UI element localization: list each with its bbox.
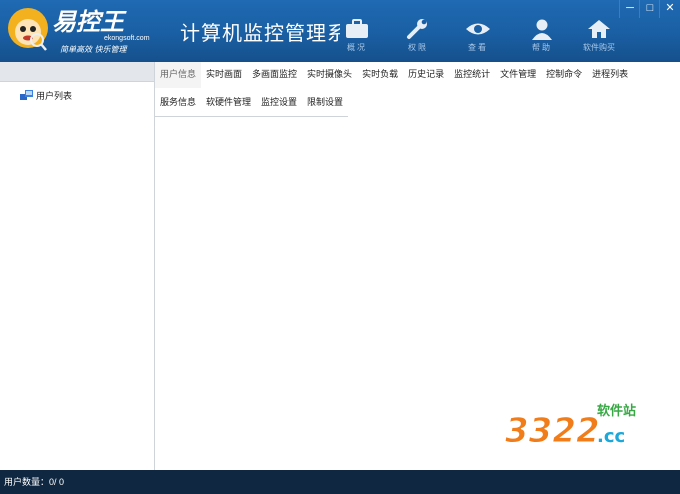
tab-history[interactable]: 历史记录	[403, 62, 449, 88]
user-icon	[532, 19, 552, 40]
nav-help-label: 帮助	[532, 43, 552, 52]
tree-item-user-list[interactable]: 用户列表	[20, 88, 72, 102]
svg-text:简单高效 快乐管理: 简单高效 快乐管理	[60, 45, 128, 54]
maximize-button[interactable]: □	[639, 0, 660, 18]
nav-overview-button[interactable]: 概况	[332, 18, 382, 58]
svg-text:易控王: 易控王	[52, 8, 127, 36]
sidebar: 用户列表	[0, 62, 155, 470]
nav-view-label: 查看	[468, 43, 488, 52]
close-button[interactable]: ✕	[659, 0, 680, 18]
svg-text:3322: 3322	[505, 411, 600, 450]
tab-row-1: 用户信息 实时画面 多画面监控 实时摄像头 实时负载 历史记录 监控统计 文件管…	[155, 62, 633, 88]
status-bar: 用户数量：0/ 0	[0, 470, 680, 494]
tab-realtime-load[interactable]: 实时负载	[357, 62, 403, 88]
tab-monitor-stats[interactable]: 监控统计	[449, 62, 495, 88]
home-icon	[588, 20, 610, 38]
site-watermark-icon: 3322 .cc 软件站	[505, 403, 637, 452]
tab-process-list[interactable]: 进程列表	[587, 62, 633, 88]
tab-row-2: 服务信息 软硬件管理 监控设置 限制设置	[155, 90, 349, 117]
svg-text:软件站: 软件站	[597, 403, 636, 419]
tab-user-info[interactable]: 用户信息	[155, 62, 202, 88]
sidebar-header	[0, 62, 154, 82]
minimize-button[interactable]: ─	[619, 0, 640, 18]
app-logo: 易控王 ekongsoft.com 简单高效 快乐管理	[4, 2, 174, 58]
wrench-icon	[407, 19, 427, 39]
nav-view-button[interactable]: 查看	[453, 18, 503, 58]
network-computers-icon	[20, 89, 33, 100]
tab-multi-screen[interactable]: 多画面监控	[247, 62, 302, 88]
tab-hardware-software[interactable]: 软硬件管理	[201, 90, 256, 116]
nav-overview-label: 概况	[347, 43, 367, 52]
user-count-value: 0/ 0	[49, 477, 65, 487]
tab-restriction-settings[interactable]: 限制设置	[302, 90, 348, 116]
tab-realtime-screen[interactable]: 实时画面	[201, 62, 247, 88]
tree-item-label: 用户列表	[36, 90, 73, 101]
eye-icon	[466, 23, 490, 35]
title-bar: 易控王 ekongsoft.com 简单高效 快乐管理 计算机监控管理系统 概况…	[0, 0, 680, 62]
briefcase-icon	[346, 19, 368, 38]
watermark-logo: 3322 .cc 软件站	[505, 398, 645, 452]
svg-text:ekongsoft.com: ekongsoft.com	[104, 35, 150, 42]
tab-service-info[interactable]: 服务信息	[155, 90, 201, 116]
nav-buy-label: 软件购买	[583, 43, 615, 52]
tab-monitor-settings[interactable]: 监控设置	[256, 90, 302, 116]
tab-control-commands[interactable]: 控制命令	[541, 62, 587, 88]
nav-help-button[interactable]: 帮助	[517, 18, 567, 58]
user-count-label: 用户数量：	[4, 477, 50, 487]
tab-file-manager[interactable]: 文件管理	[495, 62, 541, 88]
nav-permission-button[interactable]: 权限	[393, 18, 443, 58]
svg-text:.cc: .cc	[597, 426, 625, 447]
app-title: 计算机监控管理系统	[180, 23, 340, 43]
tab-bar: 用户信息 实时画面 多画面监控 实时摄像头 实时负载 历史记录 监控统计 文件管…	[155, 62, 680, 118]
nav-buy-button[interactable]: 软件购买	[574, 18, 624, 58]
monkey-mascot-icon: 易控王 ekongsoft.com 简单高效 快乐管理	[8, 8, 150, 54]
tab-realtime-camera[interactable]: 实时摄像头	[302, 62, 357, 88]
nav-permission-label: 权限	[408, 43, 428, 52]
